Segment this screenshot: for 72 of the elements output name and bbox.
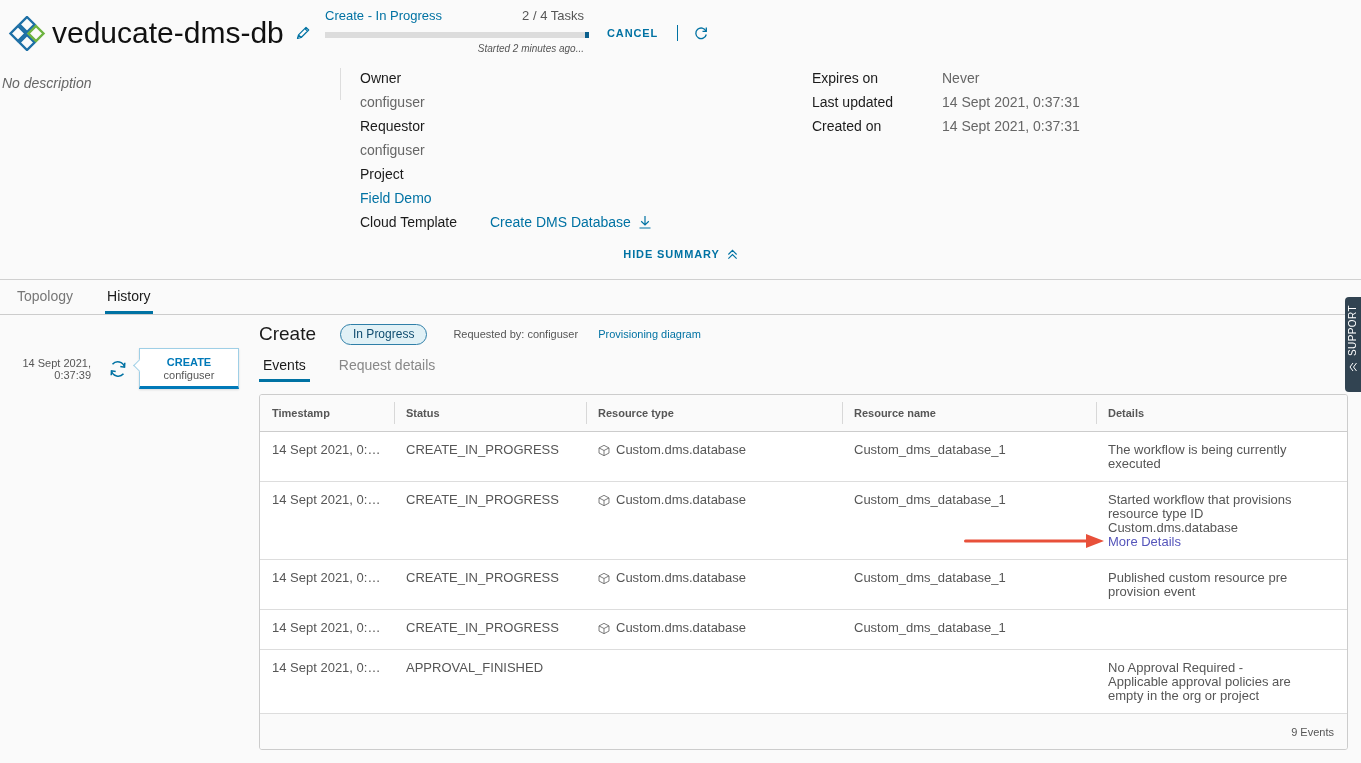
double-chevron-icon [1349, 361, 1357, 372]
status-text: CREATE_IN_PROGRESS [406, 442, 559, 457]
status-text: CREATE_IN_PROGRESS [406, 492, 559, 507]
tab[interactable]: Request details [334, 350, 440, 382]
field-label: Owner [360, 69, 402, 88]
details-text: Started workflow that provisions resource type ID Custom.dms.database [1108, 493, 1293, 535]
status-badge: In Progress [340, 323, 428, 345]
resource-name-text: Custom_dms_database_1 [854, 492, 1006, 507]
tab[interactable]: History [105, 280, 153, 314]
field-value: 14 Sept 2021, 0:37:31 [942, 118, 1080, 134]
sync-icon [108, 358, 128, 379]
resource-type-text: Custom.dms.database [616, 571, 747, 585]
status-text: CREATE_IN_PROGRESS [406, 570, 559, 585]
support-tab[interactable]: SUPPORT [1345, 297, 1361, 392]
provisioning-diagram-link[interactable]: Provisioning diagram [598, 328, 701, 340]
field-value: Never [942, 70, 980, 86]
status-text: CREATE_IN_PROGRESS [406, 620, 559, 635]
timestamp-text: 14 Sept 2021, 0:… [272, 442, 381, 457]
template-link[interactable]: Create DMS Database [490, 210, 651, 234]
field-label: Created on [812, 118, 882, 134]
cube-icon [598, 494, 610, 507]
resource-type-text: Custom.dms.database [616, 443, 747, 457]
request-title: Create [259, 323, 317, 345]
event-count: 9 Events [1291, 725, 1334, 738]
cancel-button[interactable]: CANCEL [607, 27, 659, 39]
column-header[interactable]: Status [406, 407, 440, 419]
diamond-logo-icon [8, 15, 46, 51]
resource-type-text: Custom.dms.database [616, 493, 747, 507]
field-label: Cloud Template [360, 213, 459, 232]
timestamp-text: 14 Sept 2021, 0:… [272, 660, 381, 675]
column-header[interactable]: Resource name [854, 407, 936, 419]
field-value: 14 Sept 2021, 0:37:31 [942, 94, 1080, 110]
hide-summary-button[interactable]: HIDE SUMMARY [623, 246, 738, 262]
cube-icon [598, 622, 610, 635]
details-text: Published custom resource pre provision event [1108, 571, 1289, 599]
download-icon [638, 215, 651, 229]
timestamp-text: 14 Sept 2021, 0:… [272, 492, 381, 507]
resource-name-text: Custom_dms_database_1 [854, 620, 1006, 635]
double-chevron-up-icon [726, 248, 738, 260]
details-text: The workflow is being currently executed [1108, 443, 1288, 471]
field-label: Last updated [812, 94, 893, 110]
task-count: 2 / 4 Tasks [522, 8, 584, 24]
refresh-icon[interactable] [694, 26, 709, 40]
resource-name-text: Custom_dms_database_1 [854, 442, 1006, 457]
status-text: APPROVAL_FINISHED [406, 660, 544, 675]
started-text: Started 2 minutes ago... [476, 42, 584, 56]
description-text: No description [2, 75, 92, 91]
resource-name-text: Custom_dms_database_1 [854, 570, 1006, 585]
timestamp-text: 14 Sept 2021, 0:… [272, 620, 381, 635]
cube-icon [598, 444, 610, 457]
field-label: Expires on [812, 70, 879, 86]
column-header[interactable]: Resource type [598, 407, 674, 419]
pencil-icon[interactable] [294, 25, 311, 41]
progress-status-link[interactable]: Create - In Progress [325, 8, 443, 24]
tab[interactable]: Topology [15, 280, 76, 314]
field-label: Project [360, 165, 404, 184]
timestamp-text: 14 Sept 2021, 0:… [272, 570, 381, 585]
field-value: configuser [360, 141, 425, 160]
field-value: configuser [360, 93, 425, 112]
project-link[interactable]: Field Demo [360, 186, 432, 210]
field-label: Requestor [360, 117, 425, 136]
timeline-date: 14 Sept 2021, 0:37:39 [22, 356, 91, 381]
resource-type-text: Custom.dms.database [616, 621, 747, 635]
column-header[interactable]: Details [1108, 407, 1145, 419]
history-card[interactable]: CREATE configuser [133, 348, 239, 389]
tab[interactable]: Events [259, 350, 310, 382]
more-details-link[interactable]: More Details [1108, 534, 1181, 549]
details-text: No Approval Required - Applicable approval policies are empty in the org or project [1108, 661, 1292, 703]
requested-by-text: Requested by: configuser [453, 328, 579, 340]
deployment-title: veducate-dms-db [52, 15, 284, 51]
column-header[interactable]: Timestamp [272, 407, 330, 419]
cube-icon [598, 572, 610, 585]
